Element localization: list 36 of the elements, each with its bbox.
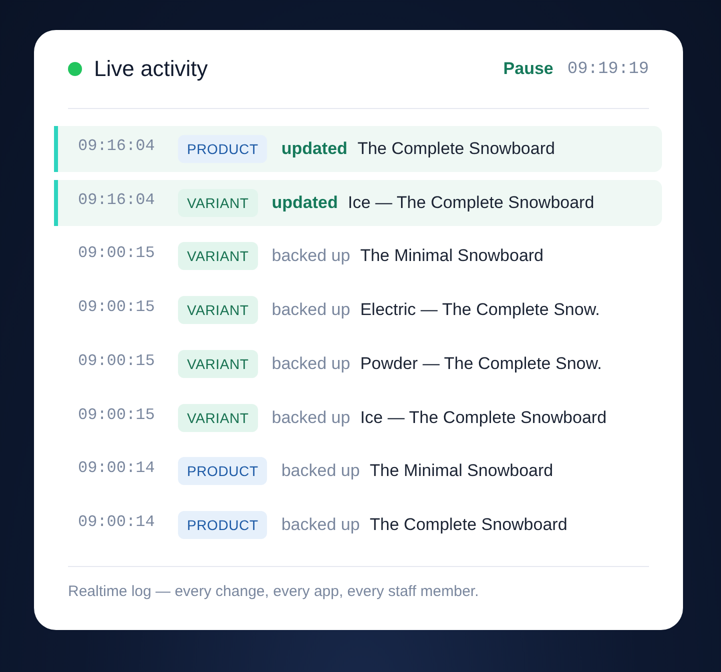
event-action: updated [281, 138, 348, 159]
event-target: The Minimal Snowboard [360, 246, 544, 266]
event-action: backed up [272, 408, 350, 428]
event-target: Ice — The Complete Snowboard [348, 192, 594, 213]
event-time: 09:00:15 [78, 406, 156, 424]
event-action: backed up [272, 246, 350, 266]
clock-time: 09:19:19 [567, 60, 649, 78]
type-tag: VARIANT [178, 242, 258, 270]
pause-button[interactable]: Pause [503, 59, 554, 79]
type-tag: PRODUCT [178, 511, 268, 540]
type-tag: VARIANT [178, 188, 258, 217]
event-target: Electric — The Complete Snow. [360, 300, 600, 320]
event-time: 09:00:15 [78, 244, 156, 262]
footer-note: Realtime log — every change, every app, every staff member. [68, 566, 649, 600]
event-action: updated [272, 192, 338, 213]
type-tag: PRODUCT [178, 457, 268, 486]
type-tag: VARIANT [178, 296, 258, 324]
event-time: 09:00:15 [78, 298, 156, 316]
event-target: Powder — The Complete Snow. [360, 354, 602, 374]
event-time: 09:00:15 [78, 352, 156, 370]
type-tag: VARIANT [178, 404, 258, 432]
event-action: backed up [281, 515, 360, 536]
event-action: backed up [281, 461, 360, 482]
event-time: 09:00:14 [78, 459, 156, 478]
type-tag: VARIANT [178, 350, 258, 378]
event-target: The Complete Snowboard [370, 515, 568, 536]
event-time: 09:00:14 [78, 513, 156, 532]
event-time: 09:16:04 [78, 190, 156, 209]
event-action: backed up [272, 354, 350, 374]
event-target: Ice — The Complete Snowboard [360, 408, 607, 428]
event-target: The Complete Snowboard [357, 138, 555, 159]
event-time: 09:16:04 [78, 136, 156, 155]
panel-title: Live activity [94, 56, 209, 82]
event-target: The Minimal Snowboard [370, 461, 554, 482]
type-tag: PRODUCT [178, 134, 268, 163]
event-action: backed up [272, 300, 350, 320]
